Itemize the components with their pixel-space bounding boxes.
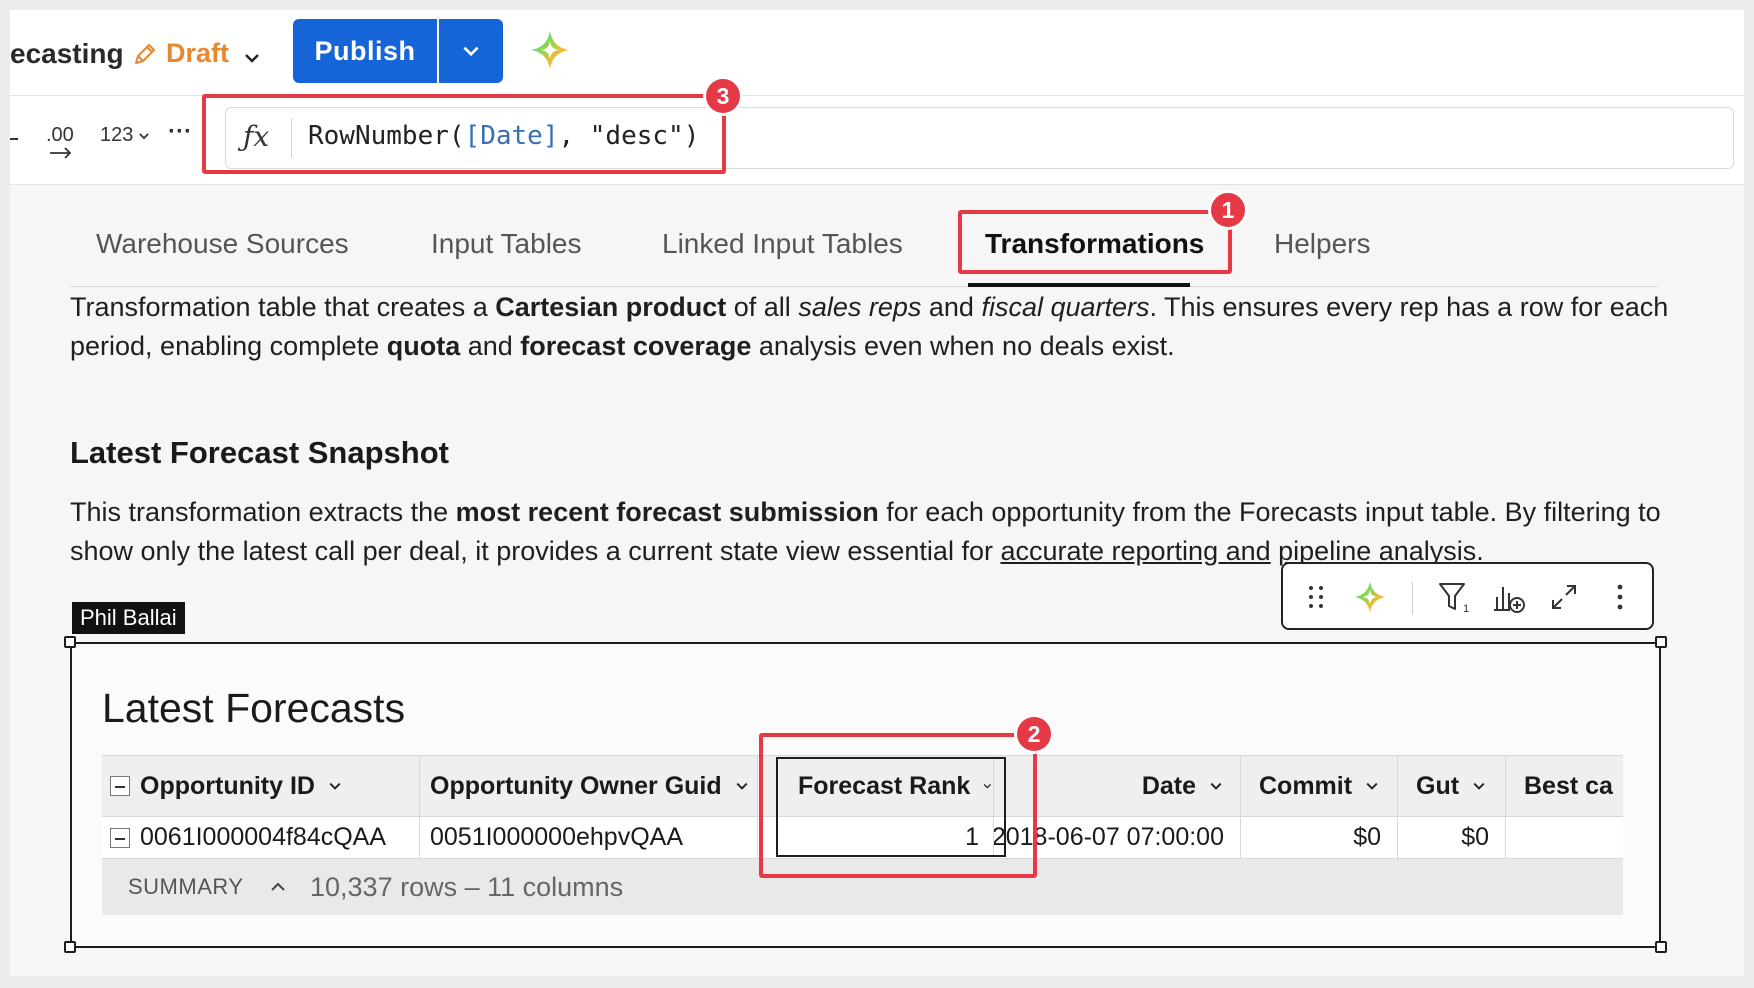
decimal-label: .00	[46, 124, 74, 146]
arrow-right-icon	[50, 147, 72, 159]
callout-box-forecast-rank	[759, 733, 1037, 878]
resize-handle[interactable]	[1655, 941, 1667, 953]
top-bar	[10, 10, 1744, 95]
column-header-opportunity-id[interactable]: Opportunity ID	[102, 756, 420, 816]
more-vertical-icon[interactable]	[1602, 579, 1638, 615]
section-paragraph: This transformation extracts the most re…	[70, 497, 1661, 566]
column-header-opportunity-owner-guid[interactable]: Opportunity Owner Guid	[420, 756, 758, 816]
callout-badge-1: 1	[1208, 190, 1248, 230]
toolbar-overflow-edge	[10, 138, 18, 140]
callout-badge-2: 2	[1014, 714, 1054, 754]
tab-input-tables[interactable]: Input Tables	[431, 228, 582, 260]
expand-icon[interactable]	[1546, 579, 1582, 615]
drag-handle-icon[interactable]	[1298, 579, 1334, 615]
number-format-button[interactable]: 123	[100, 124, 151, 147]
add-chart-icon[interactable]	[1490, 579, 1526, 615]
chevron-down-icon[interactable]	[1471, 778, 1487, 794]
chevron-down-icon	[139, 132, 150, 139]
chevron-down-icon[interactable]	[1364, 778, 1380, 794]
resize-handle[interactable]	[64, 941, 76, 953]
svg-text:1: 1	[1463, 603, 1469, 615]
number-format-label: 123	[100, 124, 134, 146]
tab-warehouse-sources[interactable]: Warehouse Sources	[96, 228, 349, 260]
chevron-down-icon[interactable]	[1208, 778, 1224, 794]
tab-helpers[interactable]: Helpers	[1274, 228, 1370, 260]
column-header-best-case[interactable]: Best ca	[1506, 756, 1626, 816]
more-options-button[interactable]: ···	[168, 118, 192, 146]
ai-assistant-icon[interactable]	[1352, 579, 1388, 615]
decimal-places-button[interactable]: .00	[46, 124, 74, 159]
toolbar-divider	[1412, 582, 1413, 614]
cell-best-case[interactable]	[1506, 817, 1626, 858]
chevron-up-icon[interactable]	[268, 877, 288, 897]
summary-row-count: 10,337 rows – 11 columns	[310, 872, 624, 902]
callout-box-transformations	[958, 210, 1232, 274]
callout-box-formula	[202, 94, 726, 174]
cell-opportunity-id[interactable]: 0061I000004f84cQAA	[102, 817, 420, 858]
section-heading: Latest Forecast Snapshot	[70, 435, 449, 470]
resize-handle[interactable]	[1655, 636, 1667, 648]
column-header-gut[interactable]: Gut	[1398, 756, 1506, 816]
tab-linked-input-tables[interactable]: Linked Input Tables	[662, 228, 903, 260]
workbook-name[interactable]: ecasting	[10, 38, 124, 70]
publish-button[interactable]: Publish	[293, 19, 437, 83]
filter-icon[interactable]: 1	[1436, 579, 1472, 615]
ai-assistant-icon[interactable]	[528, 28, 572, 72]
cell-gut[interactable]: $0	[1398, 817, 1506, 858]
tabs-divider	[70, 286, 1658, 287]
presence-user-tag: Phil Ballai	[72, 602, 185, 634]
chevron-down-icon[interactable]	[734, 778, 750, 794]
table-title[interactable]: Latest Forecasts	[102, 685, 405, 732]
column-header-commit[interactable]: Commit	[1241, 756, 1398, 816]
intro-paragraph: Transformation table that creates a Cart…	[70, 292, 1669, 361]
cell-opportunity-owner-guid[interactable]: 0051I000000ehpvQAA	[420, 817, 758, 858]
collapse-icon[interactable]	[110, 827, 130, 848]
draft-status[interactable]: Draft	[132, 38, 229, 69]
chevron-down-icon[interactable]	[242, 48, 262, 68]
cell-commit[interactable]: $0	[1241, 817, 1398, 858]
publish-options-button[interactable]	[439, 19, 503, 83]
resize-handle[interactable]	[64, 636, 76, 648]
callout-badge-3: 3	[703, 76, 743, 116]
draft-label: Draft	[166, 38, 230, 68]
pencil-icon	[135, 43, 155, 64]
chevron-down-icon	[463, 46, 479, 57]
collapse-icon[interactable]	[110, 776, 130, 796]
active-tab-indicator	[968, 283, 1190, 287]
chevron-down-icon[interactable]	[327, 778, 343, 794]
summary-label: SUMMARY	[128, 874, 244, 899]
